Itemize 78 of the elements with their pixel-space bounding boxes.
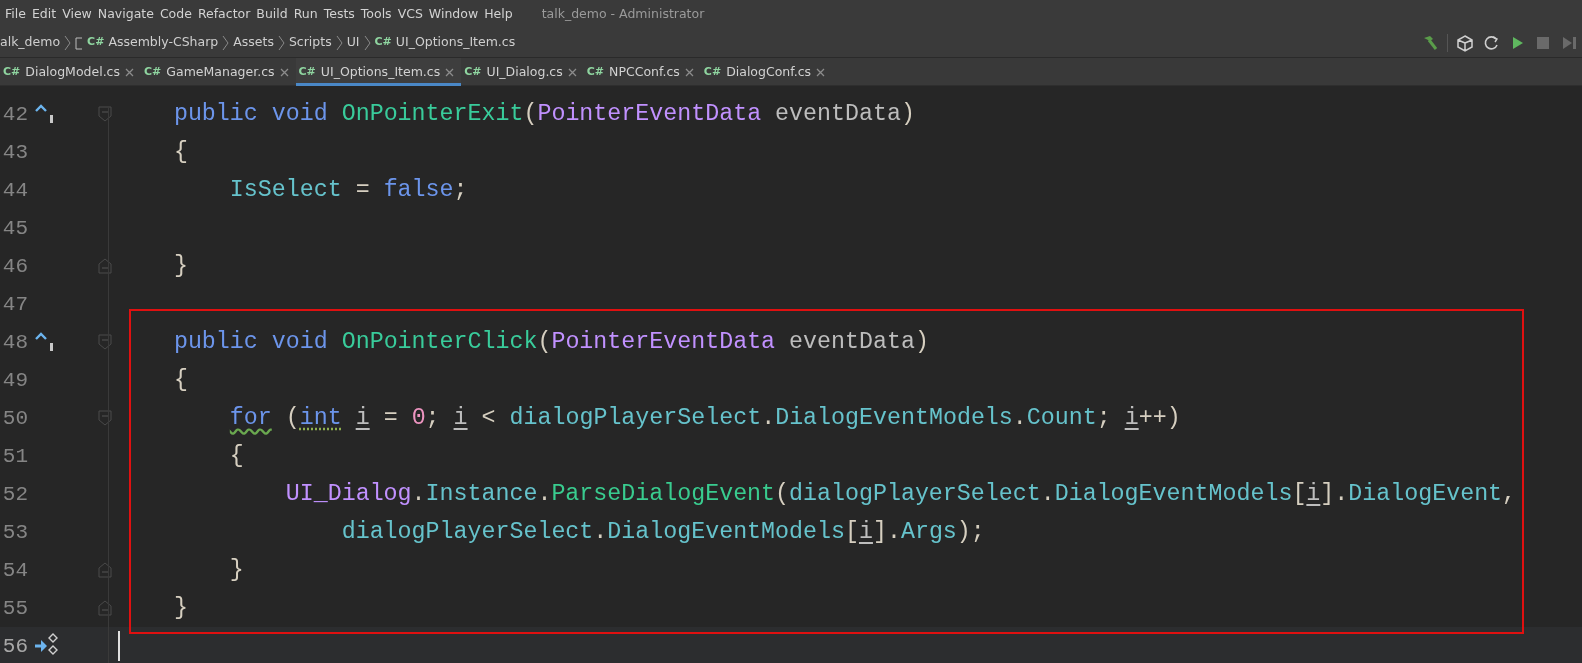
csharp-label: C# [87, 34, 105, 51]
fold-icon [98, 600, 112, 616]
code-line: dialogPlayerSelect.DialogEventModels[i].Args); [340, 519, 985, 545]
menu-item[interactable]: Navigate [96, 4, 159, 24]
menu-item[interactable]: Code [158, 4, 197, 24]
menu-item[interactable]: VCS [396, 4, 428, 24]
text-caret [118, 631, 120, 661]
refresh-icon[interactable] [1482, 33, 1500, 52]
line-number: 50 [1, 406, 28, 430]
close-icon[interactable] [567, 67, 577, 77]
csharp-label: C# [374, 34, 392, 51]
menu-item[interactable]: Edit [30, 4, 62, 24]
menu-item[interactable]: Run [292, 4, 323, 24]
breadcrumb-item[interactable]: Assembly-CSharp [108, 33, 219, 52]
file-tab[interactable]: C# UI_Dialog.cs [461, 58, 584, 86]
menu-item[interactable]: File [4, 4, 31, 24]
menu-item[interactable]: Build [255, 4, 293, 24]
file-tab[interactable]: C# NPCConf.cs [583, 58, 701, 86]
line-number: 55 [1, 596, 28, 620]
close-icon[interactable] [816, 67, 826, 77]
chevron-icon [222, 34, 230, 51]
close-icon[interactable] [125, 67, 134, 77]
fold-icon [98, 258, 112, 274]
close-icon[interactable] [279, 67, 289, 77]
breadcrumb-item[interactable]: Scripts [288, 33, 332, 52]
code-line: } [172, 595, 188, 621]
fold-icon [98, 410, 112, 426]
close-icon[interactable] [684, 67, 694, 77]
code-line: } [172, 253, 188, 279]
line-number: 44 [1, 178, 28, 202]
code-line: IsSelect = false; [228, 177, 468, 203]
code-line: { [172, 139, 188, 165]
line-number: 45 [1, 216, 28, 240]
file-tab[interactable]: C# GameManager.cs [141, 58, 296, 86]
code-line: { [228, 443, 244, 469]
code-line: public void OnPointerExit(PointerEventData eventData) [172, 101, 915, 127]
line-number: 56 [1, 634, 28, 658]
menu-item[interactable]: Window [427, 4, 484, 24]
menu-item[interactable]: Tools [359, 4, 397, 24]
line-number: 48 [1, 330, 28, 354]
close-icon[interactable] [445, 67, 455, 77]
line-number: 46 [1, 254, 28, 278]
line-number: 52 [1, 482, 28, 506]
line-number: 43 [1, 140, 28, 164]
fold-icon [98, 334, 112, 350]
breadcrumb-item[interactable]: alk_demo [0, 33, 61, 52]
chevron-icon [335, 34, 343, 51]
fold-icon [98, 106, 112, 122]
breadcrumb-item[interactable]: UI [346, 33, 360, 52]
line-number: 51 [1, 444, 28, 468]
breadcrumb-item[interactable]: Assets [233, 33, 274, 52]
chevron-icon [363, 34, 371, 51]
chevron-icon [64, 34, 72, 51]
implements-icon [34, 103, 56, 125]
code-line: { [172, 367, 188, 393]
line-number: 49 [1, 368, 28, 392]
file-tab[interactable]: C# UI_Options_Item.cs [295, 58, 462, 86]
code-line: UI_Dialog.Instance.ParseDialogEvent(dialogPlayerSelect.DialogEventModels[i].DialogEvent, [284, 481, 1517, 507]
fold-icon [98, 562, 112, 578]
folder-icon [75, 35, 84, 50]
menu-item[interactable]: Help [483, 4, 518, 24]
file-tab[interactable]: C# DialogConf.cs [700, 58, 833, 86]
line-number: 53 [1, 520, 28, 544]
breadcrumb-item[interactable]: UI_Options_Item.cs [395, 33, 516, 52]
menu-item[interactable]: Tests [322, 4, 360, 24]
line-number: 42 [1, 102, 28, 126]
file-tab[interactable]: C# DialogModel.cs [0, 58, 141, 86]
implements-icon [34, 331, 56, 353]
cube-icon[interactable] [1456, 33, 1474, 52]
code-line: for (int i = 0; i < dialogPlayerSelect.DialogEventModels.Count; i++) [228, 405, 1181, 431]
window-title: talk_demo - Administrator [541, 4, 705, 23]
line-number: 54 [1, 558, 28, 582]
code-line: public void OnPointerClick(PointerEventData eventData) [172, 329, 929, 355]
line-number: 47 [1, 292, 28, 316]
code-line: } [228, 557, 244, 583]
chevron-icon [277, 34, 285, 51]
menu-item[interactable]: Refactor [196, 4, 256, 24]
menu-item[interactable]: View [61, 4, 97, 24]
